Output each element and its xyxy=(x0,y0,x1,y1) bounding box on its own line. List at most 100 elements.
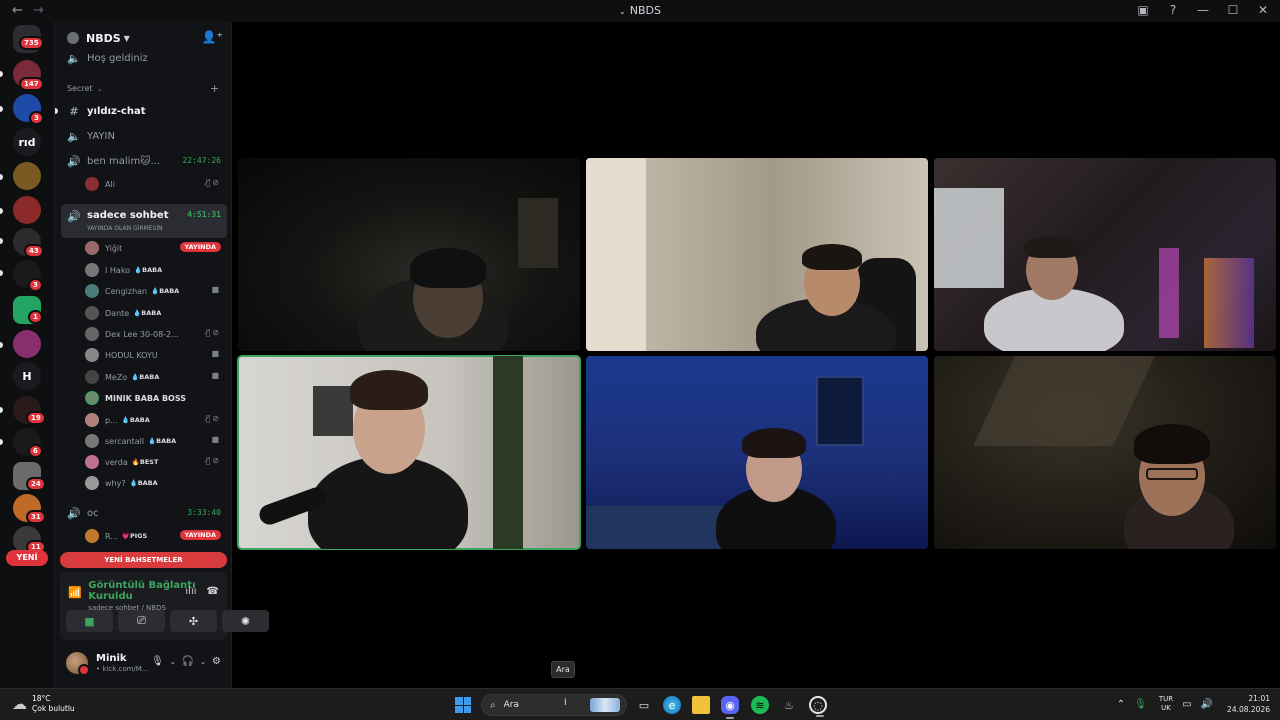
member-item[interactable]: R... 💗PIGS YAYINDA xyxy=(85,526,221,546)
chevron-down-icon: ▼ xyxy=(123,33,130,43)
avatar xyxy=(85,476,99,490)
role-tag: 💧BABA xyxy=(131,373,160,381)
live-badge: YAYINDA xyxy=(179,242,221,252)
server-icon[interactable]: H xyxy=(13,362,41,390)
maximize-button[interactable]: ☐ xyxy=(1226,3,1240,17)
member-item[interactable]: MeZo 💧BABA ■ xyxy=(85,367,221,387)
gear-icon[interactable]: ⚙ xyxy=(212,656,221,667)
clock[interactable]: 21:01 24.08.2026 xyxy=(1227,693,1270,715)
video-tile[interactable] xyxy=(238,158,580,351)
member-item[interactable]: why? 💧BABA xyxy=(85,473,221,493)
task-view-icon[interactable]: ▭ xyxy=(635,696,653,714)
member-item[interactable]: verda 🔥BEST 🎙̸⊘ xyxy=(85,452,221,472)
signal-icon[interactable]: 📶 xyxy=(68,586,82,612)
member-item[interactable]: sercantall 💧BABA ■ xyxy=(85,431,221,451)
channel-yildiz-chat[interactable]: # yıldız-chat xyxy=(61,100,227,122)
weather-temp: 18°C xyxy=(32,694,51,703)
screen-share-icon: ⎚ xyxy=(137,614,146,627)
new-unread-pill[interactable]: YENİ xyxy=(6,550,48,566)
video-tile[interactable] xyxy=(586,158,928,351)
chevron-down-icon[interactable]: ⌄ xyxy=(170,658,176,667)
user-status: • kick.com/M... xyxy=(96,665,149,673)
server-badge: 19 xyxy=(26,411,46,425)
server-badge: 3 xyxy=(28,278,43,292)
muted-deafened-icon: 🎙̸⊘ xyxy=(205,178,221,187)
video-tile-speaking[interactable] xyxy=(237,355,581,550)
member-item[interactable]: p... 💧BABA 🎙̸⊘ xyxy=(85,410,221,430)
noise-suppression-icon[interactable]: ılıı xyxy=(185,586,196,597)
steam-icon[interactable]: ♨ xyxy=(780,696,798,714)
input-language[interactable]: TUR UK xyxy=(1159,695,1173,713)
screen-share-button[interactable]: ⎚ xyxy=(118,610,165,632)
window-title: ⌄ NBDS xyxy=(619,4,661,17)
avatar xyxy=(85,348,99,362)
speaker-icon: 🔊 xyxy=(67,210,81,223)
microphone-icon[interactable]: 🎙 xyxy=(151,656,164,667)
voice-channel-oc[interactable]: 🔊 oc 3:33:40 xyxy=(61,502,227,524)
member-item[interactable]: I Hako 💧BABA xyxy=(85,260,221,280)
inbox-icon[interactable]: ▣ xyxy=(1136,3,1150,17)
video-tile[interactable] xyxy=(934,158,1276,351)
new-mentions-bar[interactable]: YENİ BAHSETMELER xyxy=(60,552,227,568)
weather-widget[interactable]: ☁ 18°C Çok bulutlu xyxy=(12,694,75,714)
discord-app-icon[interactable]: ◉ xyxy=(721,696,739,719)
server-icon[interactable]: rıd xyxy=(13,128,41,156)
participant-video xyxy=(350,370,428,410)
video-tile[interactable] xyxy=(934,356,1276,549)
droplet-icon: 💧 xyxy=(121,416,130,424)
chevron-up-icon[interactable]: ⌃ xyxy=(1117,699,1125,710)
activities-button[interactable]: ✣ xyxy=(170,610,217,632)
microphone-icon[interactable]: 🎙 xyxy=(1134,699,1147,710)
member-item[interactable]: Dante 💧BABA xyxy=(85,303,221,323)
headphones-icon[interactable]: 🎧 xyxy=(182,656,194,667)
server-icon[interactable] xyxy=(13,162,41,190)
member-item[interactable]: Ali 🎙̸⊘ xyxy=(85,174,221,194)
start-button[interactable] xyxy=(455,697,471,713)
server-icon[interactable] xyxy=(13,330,41,358)
taskbar-search[interactable]: ⌕ Ara I xyxy=(481,694,627,716)
obs-app-icon[interactable]: ◌ xyxy=(809,696,827,717)
network-icon[interactable]: ▭ xyxy=(1182,699,1191,710)
role-tag: 💧BABA xyxy=(134,266,163,274)
droplet-icon: 💧 xyxy=(134,266,143,274)
member-item[interactable]: Cengizhan 💧BABA ■ xyxy=(85,281,221,301)
member-item[interactable]: Dex Lee 30-08-2... 🎙̸⊘ xyxy=(85,324,221,344)
participant-video xyxy=(313,386,353,436)
voice-channel-ben-malim[interactable]: 🔊 ben malim🐱... 22:47:26 xyxy=(61,150,227,172)
member-item[interactable]: Yiğit YAYINDA xyxy=(85,238,221,258)
edge-browser-icon[interactable]: e xyxy=(663,696,681,714)
channel-duration: 22:47:26 xyxy=(182,156,221,165)
member-item[interactable]: MINIK BABA BOSS xyxy=(85,388,221,408)
channel-yayin[interactable]: 🔈 YAYIN xyxy=(61,125,227,147)
avatar[interactable] xyxy=(66,652,90,676)
volume-icon[interactable]: 🔊 xyxy=(1201,699,1213,710)
chevron-down-icon[interactable]: ⌄ xyxy=(200,658,206,667)
search-icon: ⌕ xyxy=(490,699,496,711)
help-icon[interactable]: ? xyxy=(1166,3,1180,17)
server-icon[interactable] xyxy=(13,196,41,224)
voice-channel-sadece-sohbet[interactable]: 🔊 sadece sohbet 4:51:31 YAYINDA OLAN GİR… xyxy=(61,204,227,238)
minimize-button[interactable]: — xyxy=(1196,3,1210,17)
file-explorer-icon[interactable] xyxy=(692,696,710,714)
soundboard-button[interactable]: ✺ xyxy=(222,610,269,632)
avatar xyxy=(85,327,99,341)
role-tag: 💧BABA xyxy=(133,309,162,317)
invite-people-icon[interactable]: 👤⁺ xyxy=(202,30,223,44)
video-camera-icon: ■ xyxy=(211,435,221,444)
camera-button[interactable]: ■ xyxy=(66,610,113,632)
title-bar: ← → ⌄ NBDS ▣ ? — ☐ ✕ xyxy=(0,0,1280,22)
spotify-icon[interactable]: ≋ xyxy=(751,696,769,714)
avatar xyxy=(85,306,99,320)
create-channel-icon[interactable]: + xyxy=(210,82,219,95)
close-button[interactable]: ✕ xyxy=(1256,3,1270,17)
participant-video xyxy=(802,244,862,270)
disconnect-icon[interactable]: ☎ xyxy=(207,586,219,597)
user-name[interactable]: Minik xyxy=(96,653,149,664)
windows-logo-icon xyxy=(463,697,471,705)
server-badge: 147 xyxy=(19,77,44,91)
video-tile[interactable] xyxy=(586,356,928,549)
channel-welcome[interactable]: 🔈 Hoş geldiniz xyxy=(61,48,227,68)
member-item[interactable]: HODUL KOYU ■ xyxy=(85,345,221,365)
category-secret[interactable]: Secret ⌄ + xyxy=(67,82,219,95)
participant-video xyxy=(1024,236,1080,258)
